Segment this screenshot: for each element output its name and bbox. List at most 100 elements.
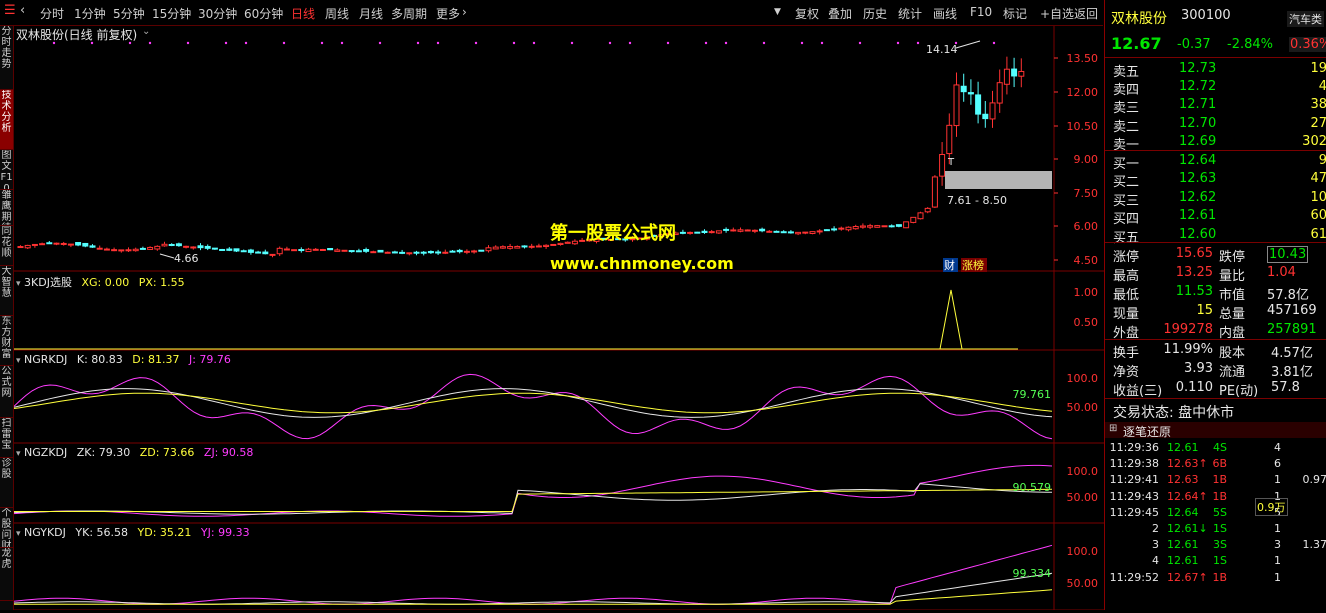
signal-dot xyxy=(917,42,919,44)
period-tab[interactable]: 更多 xyxy=(436,5,460,22)
tick-price: 12.64 xyxy=(1167,506,1199,519)
ask-row[interactable]: 卖一 12.69 302 xyxy=(1105,133,1326,152)
period-tab[interactable]: 分时 xyxy=(40,5,64,22)
stat-value: 1.04 xyxy=(1267,265,1296,280)
indicator-header[interactable]: ▾ 3KDJ选股 XG: 0.00 PX: 1.55 xyxy=(16,274,185,290)
signal-dot xyxy=(821,42,823,44)
ticks-header[interactable]: ⊞ 逐笔还原 xyxy=(1105,422,1326,438)
period-tab[interactable]: 1分钟 xyxy=(74,5,106,22)
bid-row[interactable]: 买一 12.64 9 xyxy=(1105,152,1326,171)
period-tab[interactable]: 15分钟 xyxy=(152,5,191,22)
indicator-axis-label: 50.00 xyxy=(1067,401,1099,414)
period-tab[interactable]: 60分钟 xyxy=(244,5,283,22)
ask-label: 卖四 xyxy=(1113,79,1139,98)
candle-body xyxy=(544,245,549,246)
tick-row[interactable]: 11:29:41 12.63 1B 1 0.97 xyxy=(1105,472,1326,488)
candle-body xyxy=(680,232,685,233)
ask-row[interactable]: 卖二 12.70 27 xyxy=(1105,115,1326,134)
tick-volume: 1B xyxy=(1212,490,1227,503)
left-nav-item[interactable]: 雏鹰期待 xyxy=(0,190,13,226)
tick-row[interactable]: 11:29:38 12.63↑ 6B 6 xyxy=(1105,456,1326,472)
ask-volume: 4 xyxy=(1319,79,1326,94)
period-tab[interactable]: 月线 xyxy=(359,5,383,22)
tick-row[interactable]: 11:29:52 12.67↑ 1B 1 xyxy=(1105,570,1326,586)
period-tab[interactable]: 多周期 xyxy=(391,5,427,22)
candle-body xyxy=(176,244,181,246)
toolbar-action[interactable]: 画线 xyxy=(933,5,957,22)
tick-row[interactable]: 11:29:36 12.61 4S 4 xyxy=(1105,440,1326,456)
left-nav-item[interactable]: 个股问财 xyxy=(0,508,13,548)
candle-body xyxy=(32,244,37,245)
period-tab[interactable]: 周线 xyxy=(325,5,349,22)
left-nav-item[interactable]: 龙虎 xyxy=(0,548,13,601)
left-nav-item[interactable]: 同花顺 xyxy=(0,226,13,266)
tick-row[interactable]: 11:29:45 12.64 5S 5 xyxy=(1105,505,1326,521)
candle-body xyxy=(853,227,858,229)
chevron-down-icon[interactable]: ⌄ xyxy=(142,26,150,37)
ask-row[interactable]: 卖五 12.73 19 xyxy=(1105,60,1326,79)
candle-body xyxy=(1004,69,1009,84)
candle-body xyxy=(155,246,160,249)
chart-area[interactable]: 13.5012.0010.509.007.506.004.507.61 - 8.… xyxy=(14,26,1104,610)
bid-label: 买二 xyxy=(1113,171,1139,190)
period-tab[interactable]: 30分钟 xyxy=(198,5,237,22)
left-nav-item[interactable]: 扫雷宝 xyxy=(0,418,13,458)
chevron-down-icon[interactable]: ▾ xyxy=(16,279,21,289)
toolbar-action[interactable]: 标记 xyxy=(1003,5,1027,22)
signal-dot xyxy=(379,42,381,44)
toolbar-action[interactable]: 复权 xyxy=(795,5,819,22)
tick-volume: 1S xyxy=(1213,554,1227,567)
toolbar-action[interactable]: +自选 xyxy=(1040,5,1074,22)
bid-row[interactable]: 买二 12.63 47 xyxy=(1105,170,1326,189)
left-nav-item[interactable]: 分时走势 xyxy=(0,26,13,90)
left-nav-item[interactable]: 公式网 xyxy=(0,366,13,418)
left-nav-item[interactable]: 图文F10 xyxy=(0,150,13,190)
candle-body xyxy=(443,252,448,253)
left-nav-item[interactable]: 东方财富 xyxy=(0,316,13,366)
toolbar-action[interactable]: 返回 xyxy=(1074,5,1098,22)
tick-row[interactable]: 2 12.61↓ 1S 1 xyxy=(1105,521,1326,537)
toolbar-action[interactable]: 统计 xyxy=(898,5,922,22)
dropdown-arrow-icon[interactable]: ▼ xyxy=(774,7,781,17)
signal-dot xyxy=(667,42,669,44)
toolbar-action[interactable]: 历史 xyxy=(863,5,887,22)
chevron-down-icon[interactable]: ▾ xyxy=(16,449,21,459)
left-nav-item[interactable]: 大智慧 xyxy=(0,266,13,316)
indicator-header[interactable]: ▾ NGRKDJ K: 80.83 D: 81.37 J: 79.76 xyxy=(16,353,231,366)
price-axis-label: 9.00 xyxy=(1074,153,1099,166)
back-arrow-icon[interactable]: ‹ xyxy=(20,3,25,18)
indicator-header[interactable]: ▾ NGYKDJ YK: 56.58 YD: 35.21 YJ: 99.33 xyxy=(16,526,250,539)
signal-dot xyxy=(475,42,477,44)
toolbar-action[interactable]: 叠加 xyxy=(828,5,852,22)
left-nav-item[interactable]: 技术分析 xyxy=(0,90,13,150)
indicator-name: NGZKDJ xyxy=(24,446,67,459)
chevron-down-icon[interactable]: ▾ xyxy=(16,529,21,539)
bid-row[interactable]: 买四 12.61 60 xyxy=(1105,207,1326,226)
candle-body xyxy=(500,247,505,248)
ask-row[interactable]: 卖三 12.71 38 xyxy=(1105,96,1326,115)
signal-dot xyxy=(571,42,573,44)
stat-value: 3.81亿 xyxy=(1271,361,1313,380)
signal-dot xyxy=(417,42,419,44)
menu-icon[interactable]: ☰ xyxy=(4,3,16,18)
ask-row[interactable]: 卖四 12.72 4 xyxy=(1105,78,1326,97)
expand-icon[interactable]: ⊞ xyxy=(1109,423,1117,434)
chevron-down-icon[interactable]: ▾ xyxy=(16,356,21,366)
tick-row[interactable]: 3 12.61 3S 3 1.37 xyxy=(1105,537,1326,553)
indicator-header[interactable]: ▾ NGZKDJ ZK: 79.30 ZD: 73.66 ZJ: 90.58 xyxy=(16,446,253,459)
chevron-right-icon[interactable]: › xyxy=(462,5,467,19)
stat-value: 57.8亿 xyxy=(1267,284,1309,303)
marker-t: T xyxy=(947,157,955,168)
left-nav-item[interactable]: 诊股 xyxy=(0,458,13,508)
candle-body xyxy=(83,243,88,246)
period-tab[interactable]: 5分钟 xyxy=(113,5,145,22)
sector-name[interactable]: 汽车类 xyxy=(1287,11,1324,27)
tick-time: 11:29:45 xyxy=(1110,506,1159,519)
tick-row[interactable]: 4 12.61 1S 1 xyxy=(1105,553,1326,569)
period-tab[interactable]: 日线 xyxy=(291,5,315,22)
bid-row[interactable]: 买三 12.62 10 xyxy=(1105,189,1326,208)
kline-chart[interactable]: 13.5012.0010.509.007.506.004.507.61 - 8.… xyxy=(14,26,1104,610)
toolbar-action[interactable]: F10 xyxy=(970,5,992,19)
tick-row[interactable]: 11:29:43 12.64↑ 1B 1 xyxy=(1105,489,1326,505)
ticks-title: 逐笔还原 xyxy=(1123,423,1171,440)
